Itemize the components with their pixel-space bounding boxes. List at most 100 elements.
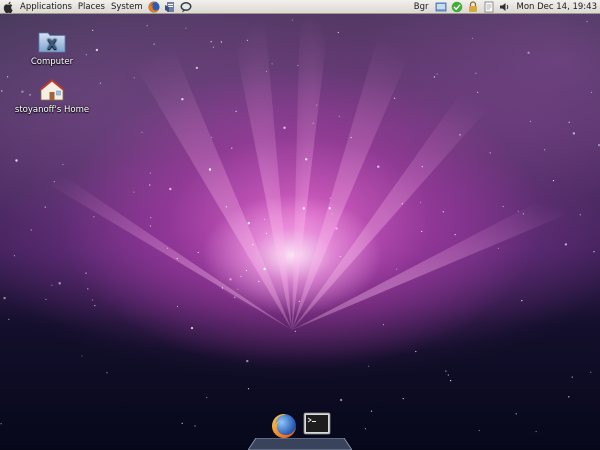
wallpaper-star — [265, 70, 268, 72]
wallpaper-star — [568, 396, 570, 398]
wallpaper-star — [459, 134, 461, 136]
wallpaper-star — [350, 136, 352, 139]
wallpaper-star — [335, 227, 338, 230]
wallpaper-star — [302, 207, 305, 210]
wallpaper-star — [153, 43, 155, 45]
wallpaper-star — [169, 187, 172, 191]
wallpaper-star — [237, 288, 239, 290]
menu-places[interactable]: Places — [75, 0, 108, 14]
wallpaper-star — [478, 429, 480, 432]
wallpaper-star — [263, 218, 266, 220]
wallpaper-star — [45, 298, 47, 300]
panel-clock[interactable]: Mon Dec 14, 19:43 — [513, 2, 600, 12]
menu-system[interactable]: System — [108, 0, 146, 14]
menu-applications[interactable]: Applications — [17, 0, 75, 14]
wallpaper-star — [263, 267, 266, 271]
wallpaper-star — [396, 268, 398, 270]
wallpaper-star — [283, 126, 286, 129]
firefox-icon[interactable] — [148, 1, 160, 13]
wallpaper-star — [3, 296, 6, 300]
wallpaper-star — [106, 372, 108, 374]
wallpaper-star — [370, 410, 373, 412]
wallpaper-star — [30, 229, 32, 231]
network-icon[interactable] — [435, 1, 447, 13]
wallpaper-star — [85, 272, 87, 274]
wallpaper-star — [149, 184, 151, 186]
wallpaper-star — [471, 37, 474, 39]
wallpaper-star — [246, 359, 249, 363]
bottom-dock — [248, 411, 352, 450]
wallpaper-star — [13, 255, 16, 257]
wallpaper-star — [475, 72, 477, 74]
wallpaper-star — [521, 300, 523, 302]
apple-logo-icon[interactable] — [3, 1, 15, 13]
wallpaper-star — [271, 63, 273, 65]
desktop-icon-computer[interactable]: X Computer — [7, 30, 97, 67]
wallpaper-star — [0, 423, 2, 425]
wallpaper-star — [450, 380, 452, 382]
wallpaper-star — [181, 422, 183, 424]
wallpaper-star — [51, 284, 53, 286]
wallpaper-star — [195, 66, 199, 70]
computer-icon: X — [38, 32, 66, 53]
lock-icon[interactable] — [467, 0, 479, 13]
wallpaper-star — [415, 350, 417, 353]
dock-item-terminal[interactable] — [303, 411, 333, 441]
volume-icon[interactable] — [499, 1, 511, 13]
wallpaper-star — [337, 31, 339, 34]
wallpaper-star — [517, 210, 519, 212]
wallpaper-star — [552, 180, 555, 182]
wallpaper-star — [305, 158, 308, 161]
wallpaper-star — [393, 97, 396, 99]
wallpaper-star — [329, 197, 331, 199]
firefox-icon — [272, 414, 296, 438]
wallpaper-star — [176, 258, 178, 260]
wallpaper-star — [312, 122, 314, 124]
wallpaper-star — [181, 98, 184, 101]
wallpaper-star — [328, 207, 331, 210]
wallpaper-star — [564, 243, 568, 246]
wallpaper-star — [377, 165, 380, 168]
wallpaper-star — [247, 222, 250, 225]
wallpaper-star — [176, 305, 179, 308]
wallpaper-star — [58, 282, 61, 285]
wallpaper-star — [382, 324, 385, 326]
wallpaper-star — [593, 251, 595, 253]
wallpaper-star — [235, 110, 237, 112]
wallpaper-star — [447, 374, 449, 376]
wallpaper-star — [208, 168, 212, 171]
wallpaper-star — [401, 203, 403, 205]
wallpaper-star — [579, 214, 581, 216]
mail-icon[interactable] — [164, 1, 176, 13]
wallpaper-star — [298, 300, 300, 302]
wallpaper-star — [99, 82, 101, 84]
dock-item-firefox[interactable] — [269, 411, 299, 441]
wallpaper-star — [8, 318, 10, 320]
wallpaper-star — [229, 278, 232, 281]
wallpaper-star — [247, 388, 250, 390]
wallpaper-star — [246, 39, 248, 41]
chat-icon[interactable] — [180, 1, 192, 13]
wallpaper-star — [568, 121, 570, 123]
wallpaper-star — [489, 152, 491, 154]
keyboard-layout-indicator[interactable]: Bgr — [410, 2, 433, 12]
wallpaper-star — [527, 51, 530, 54]
wallpaper-star — [265, 232, 267, 234]
svg-text:X: X — [47, 38, 57, 53]
wallpaper-star — [240, 275, 242, 277]
desktop-icon-home[interactable]: stoyanoff's Home — [7, 78, 97, 115]
wallpaper-star — [364, 428, 367, 430]
wallpaper-star — [1, 90, 3, 92]
update-icon[interactable] — [451, 1, 463, 13]
wallpaper-star — [590, 371, 592, 373]
wallpaper-star — [93, 216, 95, 218]
wallpaper-star — [146, 25, 148, 27]
wallpaper-star — [258, 280, 260, 283]
wallpaper-star — [133, 191, 135, 193]
document-icon[interactable] — [483, 1, 495, 13]
wallpaper-star — [331, 213, 333, 215]
wallpaper-star — [571, 376, 573, 378]
wallpaper-star — [529, 120, 532, 122]
wallpaper-star — [91, 299, 94, 301]
desktop-icon-label: Computer — [30, 57, 74, 67]
